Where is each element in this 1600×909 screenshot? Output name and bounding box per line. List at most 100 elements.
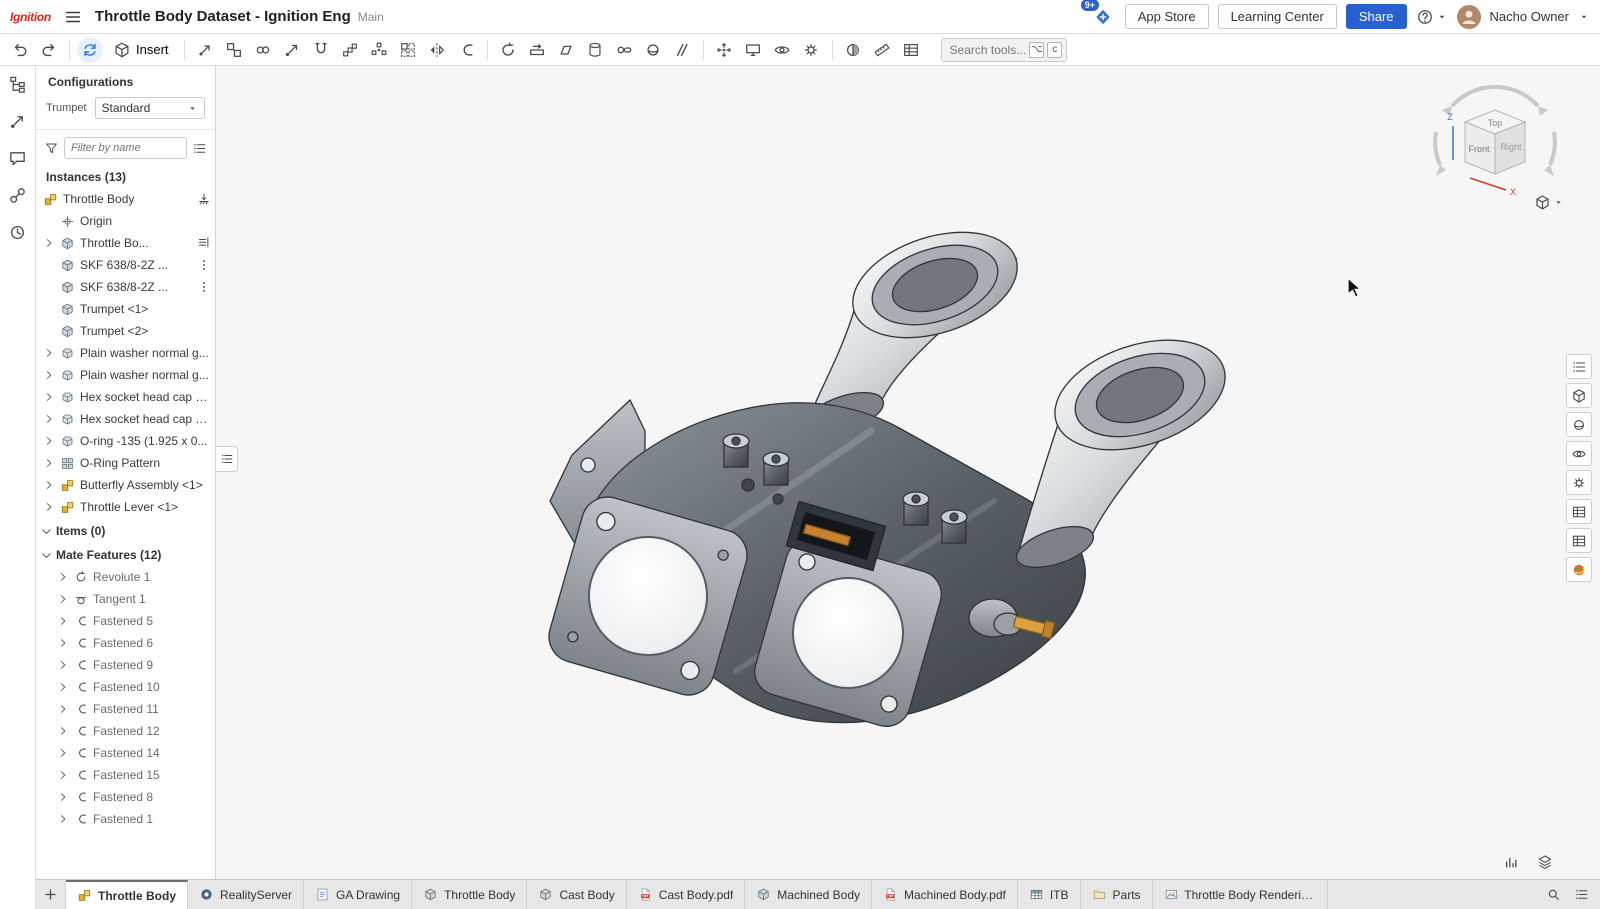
update-linked-documents-button[interactable] <box>77 37 103 63</box>
document-tab[interactable]: Parts <box>1081 880 1153 909</box>
mate-feature-row[interactable]: Fastened 6 <box>36 632 215 654</box>
instance-row[interactable]: O-ring -135 (1.925 x 0... <box>36 430 215 452</box>
configurations-panel-button[interactable] <box>1566 470 1592 495</box>
mate-connectors-panel-button[interactable] <box>6 109 30 133</box>
document-tab[interactable]: Cast Body <box>527 880 626 909</box>
mate-feature-row[interactable]: Fastened 11 <box>36 698 215 720</box>
learning-center-button[interactable]: Learning Center <box>1218 4 1337 29</box>
mate-feature-row[interactable]: Fastened 14 <box>36 742 215 764</box>
custom-tables-panel-button[interactable] <box>1566 528 1592 553</box>
search-tabs-button[interactable] <box>1542 884 1564 906</box>
graphics-canvas[interactable]: Configurations Trumpet Standard <box>36 66 1600 879</box>
mirror-button[interactable] <box>424 37 451 63</box>
pin-slot-button[interactable] <box>611 37 638 63</box>
document-tab[interactable]: ITB <box>1018 880 1081 909</box>
mate-feature-row[interactable]: Fastened 15 <box>36 764 215 786</box>
revolute-button[interactable] <box>495 37 522 63</box>
replicate-button[interactable] <box>395 37 422 63</box>
linked-documents-panel-button[interactable] <box>6 183 30 207</box>
viewcube-right-label[interactable]: Right <box>1500 142 1522 152</box>
instance-row[interactable]: Butterfly Assembly <1> <box>36 474 215 496</box>
app-store-button[interactable]: App Store <box>1125 4 1209 29</box>
comments-panel-button[interactable] <box>6 146 30 170</box>
linear-pattern-button[interactable] <box>337 37 364 63</box>
document-tab[interactable]: Machined Body.pdf <box>872 880 1018 909</box>
parts-panel-button[interactable] <box>1566 383 1592 408</box>
mate-feature-row[interactable]: Fastened 9 <box>36 654 215 676</box>
avatar[interactable] <box>1457 5 1481 29</box>
document-tab[interactable]: Throttle Body <box>412 880 527 909</box>
document-tab[interactable]: Machined Body <box>745 880 872 909</box>
instance-row[interactable]: Throttle Body <box>36 188 215 210</box>
instance-tree-panel-button[interactable] <box>6 72 30 96</box>
instance-row[interactable]: Plain washer normal g... <box>36 364 215 386</box>
parallel-button[interactable] <box>669 37 696 63</box>
mate-features-section-header[interactable]: Mate Features (12) <box>36 542 215 566</box>
main-menu-button[interactable] <box>60 4 86 30</box>
create-tab-button[interactable] <box>36 880 66 909</box>
instance-row[interactable]: Hex socket head cap s... <box>36 386 215 408</box>
instance-row[interactable]: Plain washer normal g... <box>36 342 215 364</box>
instance-row[interactable]: Throttle Bo... <box>36 232 215 254</box>
named-views-button[interactable] <box>740 37 767 63</box>
group-button[interactable] <box>221 37 248 63</box>
measure-button[interactable] <box>869 37 896 63</box>
panel-resize-handle[interactable] <box>216 446 238 472</box>
display-states-panel-button[interactable] <box>1566 441 1592 466</box>
trumpet-config-select[interactable]: Standard <box>95 97 205 119</box>
display-states-button[interactable] <box>769 37 796 63</box>
feature-list-panel-button[interactable] <box>1566 354 1592 379</box>
ball-button[interactable] <box>640 37 667 63</box>
history-panel-button[interactable] <box>6 220 30 244</box>
render-studio-panel-button[interactable] <box>1566 557 1592 582</box>
instance-row[interactable]: Trumpet <2> <box>36 320 215 342</box>
instance-row[interactable]: Hex socket head cap s... <box>36 408 215 430</box>
user-menu-caret-icon[interactable] <box>1578 11 1590 23</box>
relations-button[interactable] <box>250 37 277 63</box>
bom-panel-button[interactable] <box>1566 499 1592 524</box>
snap-mode-button[interactable] <box>308 37 335 63</box>
mate-feature-row[interactable]: Fastened 10 <box>36 676 215 698</box>
configurations-button[interactable] <box>798 37 825 63</box>
instance-row[interactable]: SKF 638/8-2Z ... <box>36 254 215 276</box>
mate-feature-row[interactable]: Revolute 1 <box>36 566 215 588</box>
mate-feature-row[interactable]: Fastened 12 <box>36 720 215 742</box>
instance-row[interactable]: Throttle Lever <1> <box>36 496 215 518</box>
document-tab[interactable]: Throttle Body Renderin... <box>1153 880 1328 909</box>
redo-button[interactable] <box>35 37 62 63</box>
company-logo[interactable]: Ignition <box>10 10 51 24</box>
planar-button[interactable] <box>553 37 580 63</box>
workspace-label[interactable]: Main <box>358 10 384 24</box>
document-tab[interactable]: GA Drawing <box>304 880 412 909</box>
circular-pattern-button[interactable] <box>366 37 393 63</box>
user-name[interactable]: Nacho Owner <box>1490 9 1569 24</box>
viewcube-top-label[interactable]: Top <box>1488 118 1503 128</box>
instance-row[interactable]: SKF 638/8-2Z ... <box>36 276 215 298</box>
undo-button[interactable] <box>6 37 33 63</box>
viewcube-front-label[interactable]: Front <box>1468 144 1490 154</box>
view-modes-button[interactable] <box>1534 851 1556 873</box>
document-tab[interactable]: RealityServer <box>188 880 304 909</box>
search-tools-button[interactable]: Search tools... ⌥ c <box>941 38 1067 62</box>
help-button[interactable] <box>1416 8 1448 26</box>
mate-feature-row[interactable]: Fastened 5 <box>36 610 215 632</box>
mate-button[interactable] <box>192 37 219 63</box>
view-orientation-button[interactable] <box>1534 194 1564 211</box>
filter-input[interactable] <box>64 137 187 159</box>
list-view-icon[interactable] <box>192 141 207 156</box>
instance-row[interactable]: O-Ring Pattern <box>36 452 215 474</box>
insert-button[interactable]: Insert <box>105 37 177 63</box>
share-button[interactable]: Share <box>1346 4 1407 29</box>
model-3d-throttle-body[interactable] <box>36 66 1600 879</box>
performance-button[interactable] <box>1500 851 1522 873</box>
items-section-header[interactable]: Items (0) <box>36 518 215 542</box>
instance-row[interactable]: Trumpet <1> <box>36 298 215 320</box>
mate-connector-button[interactable] <box>279 37 306 63</box>
document-tab[interactable]: Throttle Body <box>66 880 188 909</box>
slider-button[interactable] <box>524 37 551 63</box>
document-tab[interactable]: Cast Body.pdf <box>627 880 745 909</box>
mate-feature-row[interactable]: Fastened 1 <box>36 808 215 830</box>
manage-tabs-button[interactable] <box>1570 884 1592 906</box>
mate-feature-row[interactable]: Tangent 1 <box>36 588 215 610</box>
section-view-button[interactable] <box>840 37 867 63</box>
